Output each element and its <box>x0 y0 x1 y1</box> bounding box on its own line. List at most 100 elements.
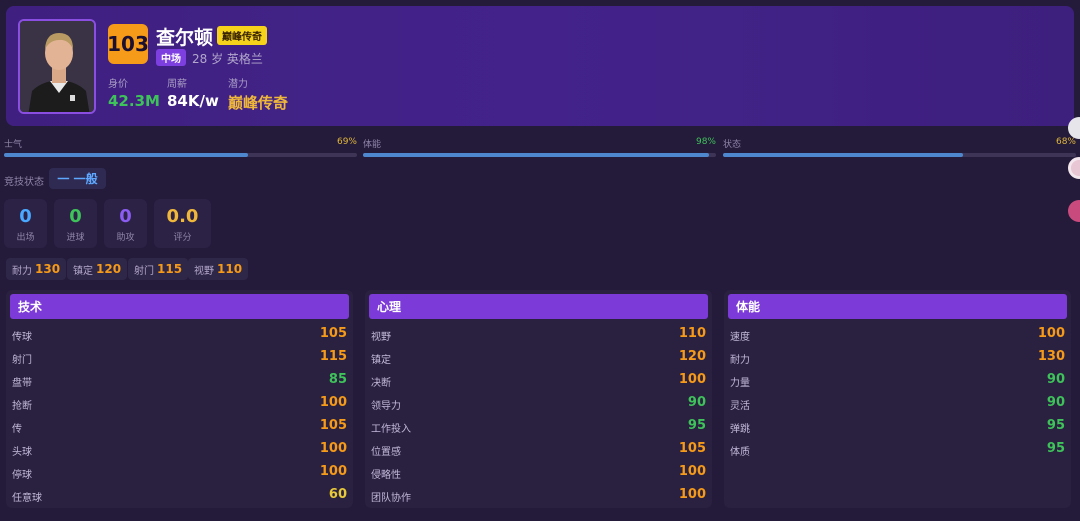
attribute-name: 传 <box>12 424 22 435</box>
mental-panel: 心理 视野 110 镇定 120 决断 100 领导力 90 工作投入 95 位置感 105 侵略性 10… <box>365 290 712 508</box>
attribute-name: 体质 <box>730 447 750 458</box>
stat-goals: 0 进球 <box>54 199 97 248</box>
stamina-track <box>363 153 716 157</box>
stat-label: 评分 <box>173 233 192 243</box>
attribute-row: 灵活 90 <box>730 392 1065 415</box>
attribute-value: 100 <box>319 464 347 479</box>
attribute-value: 115 <box>319 349 347 364</box>
attribute-name: 传球 <box>12 332 32 343</box>
attribute-value: 100 <box>1037 326 1065 341</box>
attribute-name: 抢断 <box>12 401 32 412</box>
market-value-number: 42.3M <box>108 92 160 110</box>
attribute-name: 弹跳 <box>730 424 750 435</box>
attribute-value: 100 <box>678 372 706 387</box>
stat-rating: 0.0 评分 <box>154 199 211 248</box>
attribute-name: 任意球 <box>12 493 42 504</box>
morale-percent: 69% <box>336 137 357 147</box>
stamina-percent: 98% <box>695 137 716 147</box>
chip-label: 射门 <box>134 265 154 277</box>
side-avatar-icon[interactable] <box>1068 200 1080 222</box>
attribute-row: 传球 105 <box>12 323 347 346</box>
top-attr-chip: 视野 110 <box>188 258 249 280</box>
physical-panel: 体能 速度 100 耐力 130 力量 90 灵活 90 弹跳 95 体质 95 <box>724 290 1071 508</box>
market-value: 身价 42.3M <box>108 75 160 110</box>
panel-title: 技术 <box>10 294 349 319</box>
attribute-value: 105 <box>678 441 706 456</box>
competition-status-value: 一 一般 <box>49 168 106 189</box>
chip-value: 130 <box>35 262 61 276</box>
attribute-value: 90 <box>1046 395 1065 410</box>
attribute-name: 力量 <box>730 378 750 389</box>
attribute-row: 耐力 130 <box>730 346 1065 369</box>
attribute-name: 领导力 <box>371 401 401 412</box>
attribute-name: 决断 <box>371 378 391 389</box>
attribute-name: 视野 <box>371 332 391 343</box>
chip-label: 耐力 <box>12 265 32 277</box>
attribute-list: 传球 105 射门 115 盘带 85 抢断 100 传 105 头球 100 停球 100 任意球 60 <box>6 323 353 507</box>
form-fill <box>723 153 964 157</box>
attribute-name: 工作投入 <box>371 424 411 435</box>
potential-value: 巅峰传奇 <box>228 94 289 112</box>
top-attr-chip: 耐力 130 <box>6 258 67 280</box>
age-nation-text: 28 岁 英格兰 <box>192 52 263 66</box>
attribute-value: 95 <box>687 418 706 433</box>
morale-track <box>4 153 357 157</box>
attribute-name: 镇定 <box>371 355 391 366</box>
attribute-row: 抢断 100 <box>12 392 347 415</box>
attribute-row: 速度 100 <box>730 323 1065 346</box>
attribute-value: 105 <box>319 418 347 433</box>
attribute-row: 盘带 85 <box>12 369 347 392</box>
top-attr-chip: 射门 115 <box>128 258 189 280</box>
morale-label: 士气 <box>4 140 23 150</box>
attribute-list: 视野 110 镇定 120 决断 100 领导力 90 工作投入 95 位置感 105 侵略性 100 团队… <box>365 323 712 507</box>
chip-value: 120 <box>96 262 122 276</box>
player-avatar <box>18 19 96 114</box>
attribute-row: 视野 110 <box>371 323 706 346</box>
form-track <box>723 153 1076 157</box>
player-name: 查尔顿 <box>156 27 214 49</box>
attribute-row: 弹跳 95 <box>730 415 1065 438</box>
attribute-row: 体质 95 <box>730 438 1065 461</box>
attribute-row: 任意球 60 <box>12 484 347 507</box>
stamina-label: 体能 <box>363 140 382 150</box>
attribute-value: 100 <box>319 395 347 410</box>
attribute-row: 决断 100 <box>371 369 706 392</box>
attribute-row: 停球 100 <box>12 461 347 484</box>
attribute-value: 90 <box>1046 372 1065 387</box>
stat-label: 进球 <box>66 233 85 243</box>
attribute-name: 耐力 <box>730 355 750 366</box>
form-label: 状态 <box>723 140 742 150</box>
technical-panel: 技术 传球 105 射门 115 盘带 85 抢断 100 传 105 头球 100 停球 100 任意球 6… <box>6 290 353 508</box>
attribute-list: 速度 100 耐力 130 力量 90 灵活 90 弹跳 95 体质 95 <box>724 323 1071 461</box>
attribute-value: 130 <box>1037 349 1065 364</box>
competition-status-label: 竞技状态 <box>4 177 44 188</box>
stat-label: 助攻 <box>116 233 135 243</box>
stat-label: 出场 <box>16 233 35 243</box>
attribute-row: 传 105 <box>12 415 347 438</box>
attribute-row: 领导力 90 <box>371 392 706 415</box>
attribute-name: 侵略性 <box>371 470 401 481</box>
attribute-value: 95 <box>1046 418 1065 433</box>
attribute-value: 120 <box>678 349 706 364</box>
attribute-row: 侵略性 100 <box>371 461 706 484</box>
attribute-name: 速度 <box>730 332 750 343</box>
attribute-name: 灵活 <box>730 401 750 412</box>
attribute-value: 90 <box>687 395 706 410</box>
weekly-wage-label: 周薪 <box>167 79 187 90</box>
attribute-name: 停球 <box>12 470 32 481</box>
weekly-wage-number: 84K/w <box>167 92 219 110</box>
stat-appearances: 0 出场 <box>4 199 47 248</box>
form-percent: 68% <box>1055 137 1076 147</box>
stat-assists: 0 助攻 <box>104 199 147 248</box>
attribute-value: 60 <box>328 487 347 502</box>
attribute-row: 工作投入 95 <box>371 415 706 438</box>
attribute-name: 团队协作 <box>371 493 411 504</box>
chip-label: 镇定 <box>73 265 93 277</box>
side-avatar-icon[interactable] <box>1068 157 1080 179</box>
morale-fill <box>4 153 248 157</box>
panel-title: 心理 <box>369 294 708 319</box>
attribute-row: 镇定 120 <box>371 346 706 369</box>
weekly-wage: 周薪 84K/w <box>167 75 219 110</box>
tier-badge: 巅峰传奇 <box>217 26 267 45</box>
attribute-value: 95 <box>1046 441 1065 456</box>
